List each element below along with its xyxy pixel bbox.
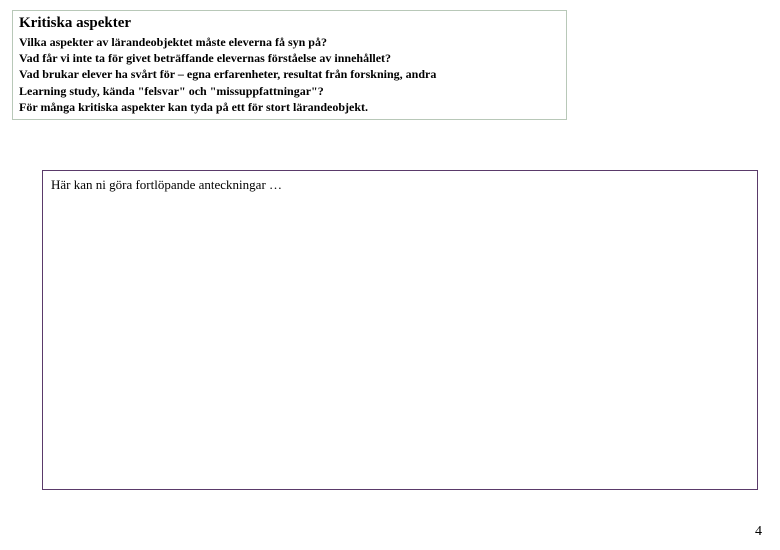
header-line-1: Vilka aspekter av lärandeobjektet måste … xyxy=(19,34,560,50)
header-line-4: Learning study, kända "felsvar" och "mis… xyxy=(19,83,560,99)
header-title: Kritiska aspekter xyxy=(19,15,560,32)
page-number: 4 xyxy=(755,524,762,540)
notes-placeholder: Här kan ni göra fortlöpande anteckningar… xyxy=(51,177,749,193)
notes-box[interactable]: Här kan ni göra fortlöpande anteckningar… xyxy=(42,170,758,490)
header-line-3: Vad brukar elever ha svårt för – egna er… xyxy=(19,66,560,82)
header-box: Kritiska aspekter Vilka aspekter av lära… xyxy=(12,10,567,120)
header-line-2: Vad får vi inte ta för givet beträffande… xyxy=(19,50,560,66)
header-line-5: För många kritiska aspekter kan tyda på … xyxy=(19,99,560,115)
